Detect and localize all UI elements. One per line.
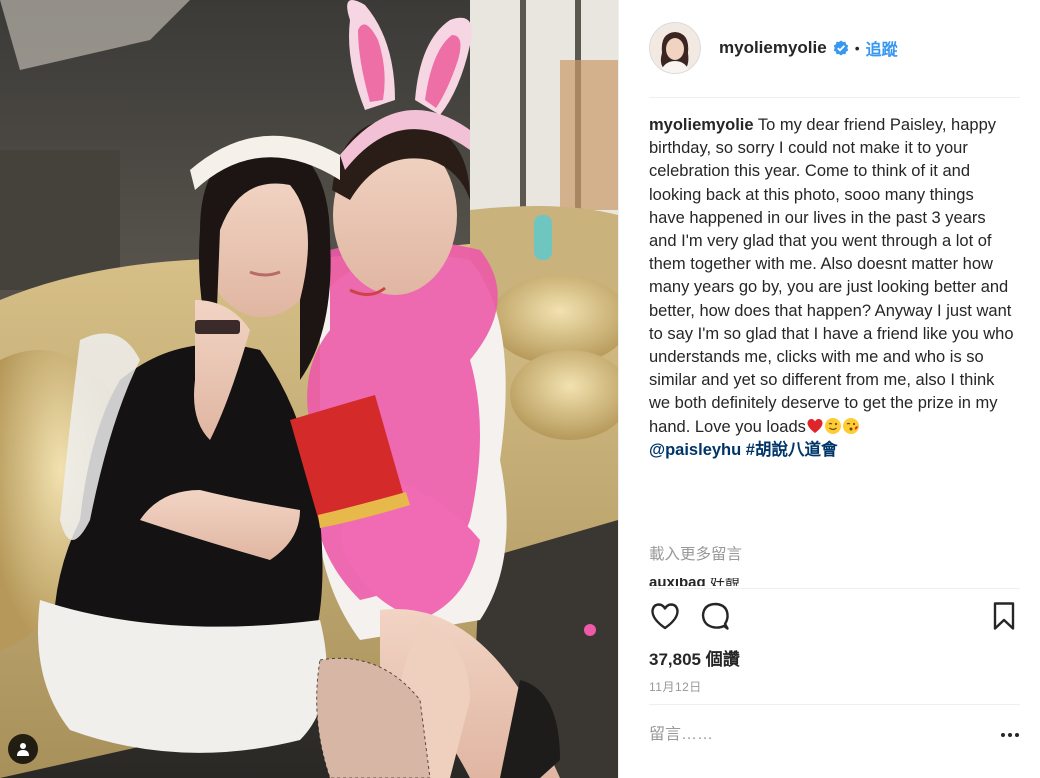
comment-input[interactable] bbox=[649, 726, 979, 744]
heart-emoji bbox=[807, 418, 823, 433]
post-caption: myoliemyolie To my dear friend Paisley, … bbox=[649, 114, 1014, 462]
header-divider bbox=[649, 97, 1020, 98]
avatar[interactable] bbox=[649, 22, 701, 74]
wink-emoji bbox=[824, 417, 841, 434]
header-separator: • bbox=[854, 40, 860, 56]
verified-badge-icon bbox=[833, 40, 848, 56]
heart-outline-icon[interactable] bbox=[649, 600, 681, 632]
photo-illustration bbox=[0, 0, 618, 778]
load-more-comments[interactable]: 載入更多留言 bbox=[649, 542, 742, 564]
avatar-image bbox=[650, 23, 700, 73]
comment-divider bbox=[649, 704, 1020, 705]
header-username[interactable]: myoliemyolie bbox=[719, 38, 827, 58]
likes-count[interactable]: 37,805 個讚 bbox=[649, 645, 740, 670]
instagram-post: myoliemyolie • 追蹤 myoliemyolie To my dea… bbox=[0, 0, 1040, 778]
caption-text: To my dear friend Paisley, happy birthda… bbox=[649, 116, 1014, 436]
post-photo[interactable] bbox=[0, 0, 618, 778]
user-tag-icon bbox=[17, 743, 29, 756]
post-header: myoliemyolie • 追蹤 bbox=[619, 0, 1040, 96]
ellipsis-icon[interactable] bbox=[1000, 730, 1020, 740]
comment-preview: auxibag 好靚 bbox=[649, 578, 740, 586]
post-actions bbox=[649, 600, 1020, 634]
mention-link[interactable]: @paisleyhu bbox=[649, 441, 741, 459]
post-sidebar: myoliemyolie • 追蹤 myoliemyolie To my dea… bbox=[618, 0, 1040, 778]
kiss-emoji bbox=[842, 417, 859, 434]
actions-divider bbox=[649, 588, 1020, 589]
hashtag-link[interactable]: #胡說八道會 bbox=[746, 441, 838, 459]
speech-bubble-icon[interactable] bbox=[699, 600, 731, 632]
bookmark-icon[interactable] bbox=[988, 600, 1020, 632]
post-date: 11月12日 bbox=[649, 680, 702, 694]
comment-user[interactable]: auxibag bbox=[649, 578, 706, 586]
caption-username[interactable]: myoliemyolie bbox=[649, 116, 754, 134]
user-tag-button[interactable] bbox=[8, 734, 38, 764]
follow-button[interactable]: 追蹤 bbox=[866, 36, 898, 60]
comment-text: 好靚 bbox=[710, 578, 740, 586]
